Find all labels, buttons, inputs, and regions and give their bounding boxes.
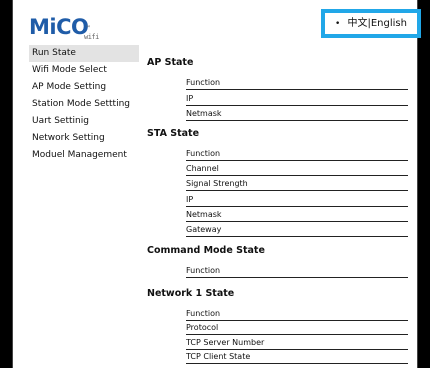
sta-ip-field: IP <box>186 194 408 207</box>
ap-state-title: AP State <box>147 57 194 68</box>
sta-function-field: Function <box>186 148 408 161</box>
logo-brand: MiCO <box>29 15 89 39</box>
page-frame: MiCO ™ wifi • 中文|English Run State Wifi … <box>12 0 421 368</box>
sidebar-item-uart-setting[interactable]: Uart Settinig <box>29 113 139 130</box>
network1-tcp-client-state-field: TCP Client State <box>186 351 408 364</box>
sidebar-nav: Run State Wifi Mode Select AP Mode Setti… <box>29 45 139 164</box>
sidebar-item-module-management[interactable]: Moduel Management <box>29 147 139 164</box>
sta-signal-strength-field: Signal Strength <box>186 178 408 191</box>
network1-function-field: Function <box>186 308 408 321</box>
sidebar-item-wifi-mode-select[interactable]: Wifi Mode Select <box>29 62 139 79</box>
network1-protocol-field: Protocol <box>186 322 408 335</box>
command-function-field: Function <box>186 265 408 278</box>
network1-state-title: Network 1 State <box>147 288 235 299</box>
sidebar-item-network-setting[interactable]: Network Setting <box>29 130 139 147</box>
sta-state-title: STA State <box>147 128 200 139</box>
ap-function-field: Function <box>186 77 408 90</box>
sta-gateway-field: Gateway <box>186 224 408 237</box>
ap-ip-field: IP <box>186 93 408 106</box>
sidebar-item-ap-mode-setting[interactable]: AP Mode Setting <box>29 79 139 96</box>
sidebar-item-run-state[interactable]: Run State <box>29 45 139 62</box>
bullet-icon: • <box>335 19 341 29</box>
network1-tcp-server-number-field: TCP Server Number <box>186 337 408 350</box>
language-label[interactable]: 中文|English <box>348 18 407 29</box>
mico-logo: MiCO ™ wifi <box>29 14 99 41</box>
command-mode-state-title: Command Mode State <box>147 245 265 256</box>
ap-netmask-field: Netmask <box>186 108 408 121</box>
sidebar-item-station-mode-setting[interactable]: Station Mode Settting <box>29 96 139 113</box>
sta-netmask-field: Netmask <box>186 209 408 222</box>
language-switcher[interactable]: • 中文|English <box>321 9 421 38</box>
sta-channel-field: Channel <box>186 163 408 176</box>
